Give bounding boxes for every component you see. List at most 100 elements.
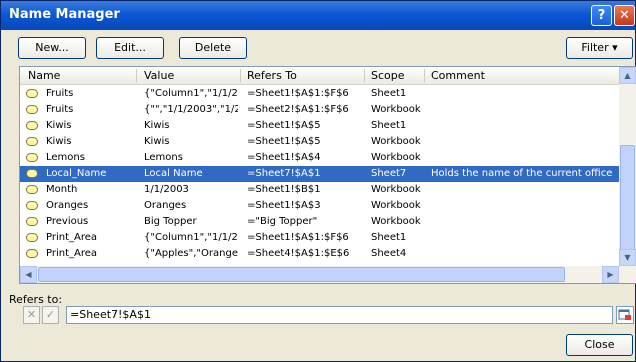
cell-value: Kiwis <box>144 120 170 131</box>
cell-value: Local Name <box>144 168 203 179</box>
help-button[interactable]: ? <box>591 5 612 26</box>
scroll-right-arrow-icon[interactable]: ▶ <box>602 266 619 283</box>
cell-scope: Workbook <box>371 216 421 227</box>
table-row[interactable]: Lemons Lemons =Sheet1!$A$4 Workbook <box>20 150 619 166</box>
named-range-icon <box>26 153 38 162</box>
vertical-scrollbar[interactable]: ▲ ▼ <box>619 67 636 283</box>
delete-button[interactable]: Delete <box>179 37 247 59</box>
name-manager-dialog: Name Manager ? ✕ New... Edit... Delete F… <box>0 0 636 362</box>
table-row[interactable]: Print_Area {"Apples","Oranges... =Sheet4!$… <box>20 246 619 262</box>
cell-scope: Workbook <box>371 200 421 211</box>
cell-scope: Sheet1 <box>371 120 407 131</box>
cell-name: Previous <box>46 216 89 227</box>
cell-name: Oranges <box>46 200 89 211</box>
cell-name: Fruits <box>46 104 74 115</box>
scroll-up-arrow-icon[interactable]: ▲ <box>619 67 636 84</box>
cell-scope: Workbook <box>371 136 421 147</box>
cell-scope: Sheet4 <box>371 248 407 259</box>
table-row[interactable]: Fruits {"Column1","1/1/20... =Sheet1!$A$1:… <box>20 86 619 102</box>
cell-value: Oranges <box>144 200 187 211</box>
named-range-icon <box>26 185 38 194</box>
new-button[interactable]: New... <box>18 37 86 59</box>
table-row[interactable]: Kiwis Kiwis =Sheet1!$A$5 Workbook <box>20 134 619 150</box>
cell-refers-to: =Sheet4!$A$1:$E$6 <box>247 248 350 259</box>
close-button[interactable]: Close <box>566 334 633 356</box>
named-range-icon <box>26 89 38 98</box>
horizontal-scrollbar[interactable]: ◀ ▶ <box>20 266 619 283</box>
confirm-edit-icon[interactable]: ✓ <box>42 306 59 324</box>
column-divider[interactable] <box>424 69 425 82</box>
cell-name: Kiwis <box>46 120 72 131</box>
cell-name: Lemons <box>46 152 85 163</box>
cell-refers-to: =Sheet7!$A$1 <box>247 168 321 179</box>
collapse-dialog-icon[interactable] <box>616 306 634 324</box>
cell-refers-to: =Sheet1!$A$4 <box>247 152 321 163</box>
column-header-name[interactable]: Name <box>28 69 60 82</box>
close-window-button[interactable]: ✕ <box>614 5 635 26</box>
column-header-refers-to[interactable]: Refers To <box>247 69 297 82</box>
column-header-value[interactable]: Value <box>144 69 174 82</box>
title-bar[interactable]: Name Manager ? ✕ <box>1 1 635 30</box>
vertical-scroll-thumb[interactable] <box>620 145 635 263</box>
scroll-left-arrow-icon[interactable]: ◀ <box>20 266 37 283</box>
list-header: Name Value Refers To Scope Comment <box>20 67 619 85</box>
cell-refers-to: =Sheet1!$A$1:$F$6 <box>247 88 349 99</box>
horizontal-scroll-thumb[interactable] <box>38 267 565 282</box>
named-range-icon <box>26 169 38 178</box>
table-row[interactable]: Kiwis Kiwis =Sheet1!$A$5 Sheet1 <box>20 118 619 134</box>
refers-to-label: Refers to: <box>9 293 63 306</box>
table-row[interactable]: Month 1/1/2003 =Sheet1!$B$1 Workbook <box>20 182 619 198</box>
scroll-down-arrow-icon[interactable]: ▼ <box>619 249 636 266</box>
column-divider[interactable] <box>136 69 137 82</box>
cell-value: {"Column1","1/1/20... <box>144 88 238 99</box>
cell-scope: Workbook <box>371 184 421 195</box>
named-range-icon <box>26 121 38 130</box>
table-row[interactable]: Oranges Oranges =Sheet1!$A$3 Workbook <box>20 198 619 214</box>
cell-refers-to: =Sheet1!$A$5 <box>247 120 321 131</box>
cell-value: 1/1/2003 <box>144 184 189 195</box>
named-range-icon <box>26 137 38 146</box>
cell-value: Big Topper <box>144 216 197 227</box>
cancel-edit-icon[interactable]: ✕ <box>23 306 40 324</box>
table-row[interactable]: Fruits {"","1/1/2003","1/2... =Sheet2!$A$1… <box>20 102 619 118</box>
named-range-icon <box>26 201 38 210</box>
cell-refers-to: =Sheet1!$A$3 <box>247 200 321 211</box>
named-range-icon <box>26 233 38 242</box>
filter-button[interactable]: Filter ▾ <box>566 37 633 59</box>
cell-scope: Workbook <box>371 152 421 163</box>
named-range-icon <box>26 249 38 258</box>
table-row-selected[interactable]: Local_Name Local Name =Sheet7!$A$1 Sheet7 Ho… <box>20 166 619 182</box>
cell-name: Month <box>46 184 78 195</box>
cell-refers-to: ="Big Topper" <box>247 216 318 227</box>
cell-refers-to: =Sheet1!$A$1:$F$6 <box>247 232 349 243</box>
window-title: Name Manager <box>9 7 120 22</box>
column-header-comment[interactable]: Comment <box>431 69 485 82</box>
cell-name: Print_Area <box>46 232 98 243</box>
named-range-icon <box>26 105 38 114</box>
cell-comment: Holds the name of the current office <box>431 168 613 179</box>
column-divider[interactable] <box>364 69 365 82</box>
cell-name: Fruits <box>46 88 74 99</box>
cell-name: Kiwis <box>46 136 72 147</box>
cell-scope: Sheet7 <box>371 168 407 179</box>
refers-to-input[interactable]: =Sheet7!$A$1 <box>66 306 613 324</box>
cell-name: Print_Area <box>46 248 98 259</box>
cell-scope: Workbook <box>371 104 421 115</box>
cell-value: Lemons <box>144 152 183 163</box>
cell-value: {"","1/1/2003","1/2... <box>144 104 238 115</box>
column-header-scope[interactable]: Scope <box>371 69 405 82</box>
cell-value: Kiwis <box>144 136 170 147</box>
cell-scope: Sheet1 <box>371 232 407 243</box>
cell-refers-to: =Sheet2!$A$1:$F$6 <box>247 104 349 115</box>
edit-button[interactable]: Edit... <box>96 37 164 59</box>
named-range-icon <box>26 217 38 226</box>
names-list[interactable]: Name Value Refers To Scope Comment Fruit… <box>19 66 636 284</box>
cell-refers-to: =Sheet1!$A$5 <box>247 136 321 147</box>
cell-value: {"Column1","1/1/20... <box>144 232 238 243</box>
column-divider[interactable] <box>240 69 241 82</box>
cell-refers-to: =Sheet1!$B$1 <box>247 184 321 195</box>
table-row[interactable]: Previous Big Topper ="Big Topper" Workbook <box>20 214 619 230</box>
table-row[interactable]: Print_Area {"Column1","1/1/20... =Sheet1!$… <box>20 230 619 246</box>
cell-name: Local_Name <box>46 168 107 179</box>
cell-scope: Sheet1 <box>371 88 407 99</box>
